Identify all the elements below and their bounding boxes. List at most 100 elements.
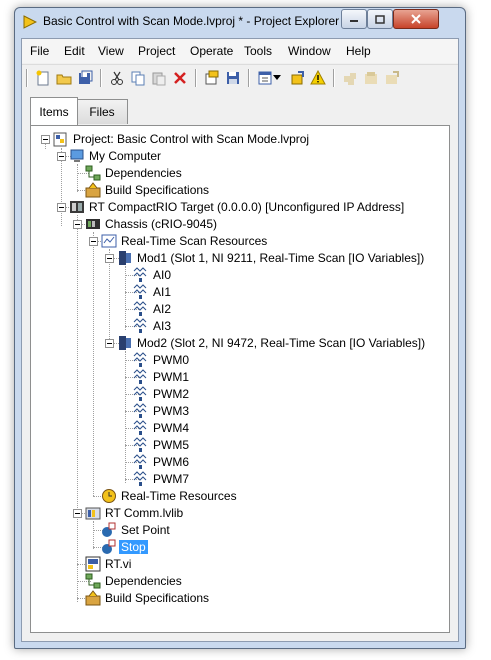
vi-icon (85, 556, 101, 572)
box-icon (365, 72, 377, 84)
warning-icon (310, 70, 326, 85)
box-arrow-icon (386, 71, 399, 84)
build-icon (205, 70, 219, 85)
tree-label: AI3 (153, 319, 172, 333)
collapse-toggle[interactable] (57, 152, 66, 161)
library-icon (85, 507, 101, 520)
menu-edit[interactable]: Edit (64, 44, 85, 58)
collapse-toggle[interactable] (89, 237, 98, 246)
tree-label: Build Specifications (105, 591, 210, 605)
maximize-icon (375, 14, 385, 24)
menu-tools[interactable]: Tools (244, 44, 272, 58)
io-variable-icon (133, 267, 147, 282)
toolbar-separator (195, 69, 197, 87)
tab-items[interactable]: Items (30, 97, 78, 125)
menu-window[interactable]: Window (288, 44, 331, 58)
deploy-button[interactable] (203, 69, 221, 87)
disabled-tool-2[interactable] (362, 69, 380, 87)
toolbar-separator (100, 69, 102, 87)
collapse-toggle[interactable] (105, 254, 114, 263)
dependencies-icon (85, 573, 101, 589)
paste-button[interactable] (150, 69, 168, 87)
collapse-toggle[interactable] (105, 339, 114, 348)
tree-label: PWM3 (153, 404, 189, 418)
collapse-toggle[interactable] (73, 220, 82, 229)
tree-label: AI0 (153, 268, 172, 282)
cut-button[interactable] (108, 69, 126, 87)
collapse-toggle[interactable] (41, 135, 50, 144)
menu-bar: File Edit View Project Operate Tools Win… (22, 39, 458, 63)
tree-label: Real-Time Resources (121, 489, 237, 503)
tree-label: Build Specifications (105, 183, 210, 197)
menu-operate[interactable]: Operate (190, 44, 233, 58)
save-project-button[interactable] (224, 69, 242, 87)
build-specifications-icon (85, 182, 101, 198)
io-variable-icon (133, 386, 147, 401)
warnings-button[interactable] (309, 69, 327, 87)
io-variable-icon (133, 454, 147, 469)
close-button[interactable] (393, 9, 439, 29)
tree-label: PWM5 (153, 438, 189, 452)
menu-project[interactable]: Project (138, 44, 175, 58)
tree-label: My Computer (89, 149, 162, 163)
tree-label: Mod2 (Slot 2, NI 9472, Real-Time Scan [I… (137, 336, 426, 350)
save-all-icon (79, 70, 93, 84)
minimize-icon (350, 20, 358, 22)
title-bar[interactable]: Basic Control with Scan Mode.lvproj * - … (15, 8, 465, 36)
tree-connector (77, 215, 78, 602)
tree-label: PWM6 (153, 455, 189, 469)
navigate-button[interactable] (288, 69, 306, 87)
delete-x-icon (174, 72, 186, 84)
save-all-button[interactable] (76, 69, 94, 87)
tree-connector (109, 249, 110, 347)
components-icon (344, 73, 356, 85)
dropdown-arrow-icon (273, 75, 281, 80)
menu-view[interactable]: View (98, 44, 124, 58)
delete-button[interactable] (171, 69, 189, 87)
tab-strip: Items Files (22, 97, 458, 125)
tree-label: Chassis (cRIO-9045) (105, 217, 218, 231)
paste-icon (152, 72, 166, 86)
tree-label: RT.vi (105, 557, 132, 571)
new-button[interactable] (34, 69, 52, 87)
io-variable-icon (133, 437, 147, 452)
new-file-icon (36, 70, 49, 86)
collapse-toggle[interactable] (73, 509, 82, 518)
io-variable-icon (133, 420, 147, 435)
shared-variable-icon (102, 522, 116, 537)
tree-label: Real-Time Scan Resources (121, 234, 268, 248)
tab-items-label: Items (39, 104, 69, 119)
open-folder-icon (56, 74, 72, 85)
toolbar-separator (333, 69, 335, 87)
tab-files[interactable]: Files (76, 99, 128, 124)
tree-connector (125, 351, 126, 483)
toolbar-grip (26, 69, 28, 87)
arrange-dropdown[interactable] (272, 69, 282, 87)
tree-label-selected: Stop (119, 540, 148, 554)
toolbar-separator (248, 69, 250, 87)
io-variable-icon (133, 318, 147, 333)
copy-button[interactable] (129, 69, 147, 87)
dependencies-icon (85, 165, 101, 181)
maximize-button[interactable] (367, 9, 393, 29)
chassis-icon (86, 219, 100, 229)
menu-file[interactable]: File (30, 44, 49, 58)
tree-label: PWM1 (153, 370, 189, 384)
tree-label: Dependencies (105, 574, 182, 588)
tree-connector (93, 232, 94, 496)
disabled-tool-3[interactable] (383, 69, 401, 87)
scan-resources-icon (101, 234, 117, 248)
menu-help[interactable]: Help (346, 44, 371, 58)
window-title: Basic Control with Scan Mode.lvproj * - … (43, 14, 340, 28)
collapse-toggle[interactable] (57, 203, 66, 212)
open-button[interactable] (55, 69, 73, 87)
tree-label: PWM0 (153, 353, 189, 367)
tree-connector (77, 164, 78, 192)
tree-label: AI1 (153, 285, 172, 299)
disabled-tool-1[interactable] (341, 69, 359, 87)
tree-label: RT Comm.lvlib (105, 506, 184, 520)
save-icon (227, 72, 239, 84)
tree-label: PWM2 (153, 387, 189, 401)
module-icon (119, 251, 131, 265)
minimize-button[interactable] (341, 9, 367, 29)
